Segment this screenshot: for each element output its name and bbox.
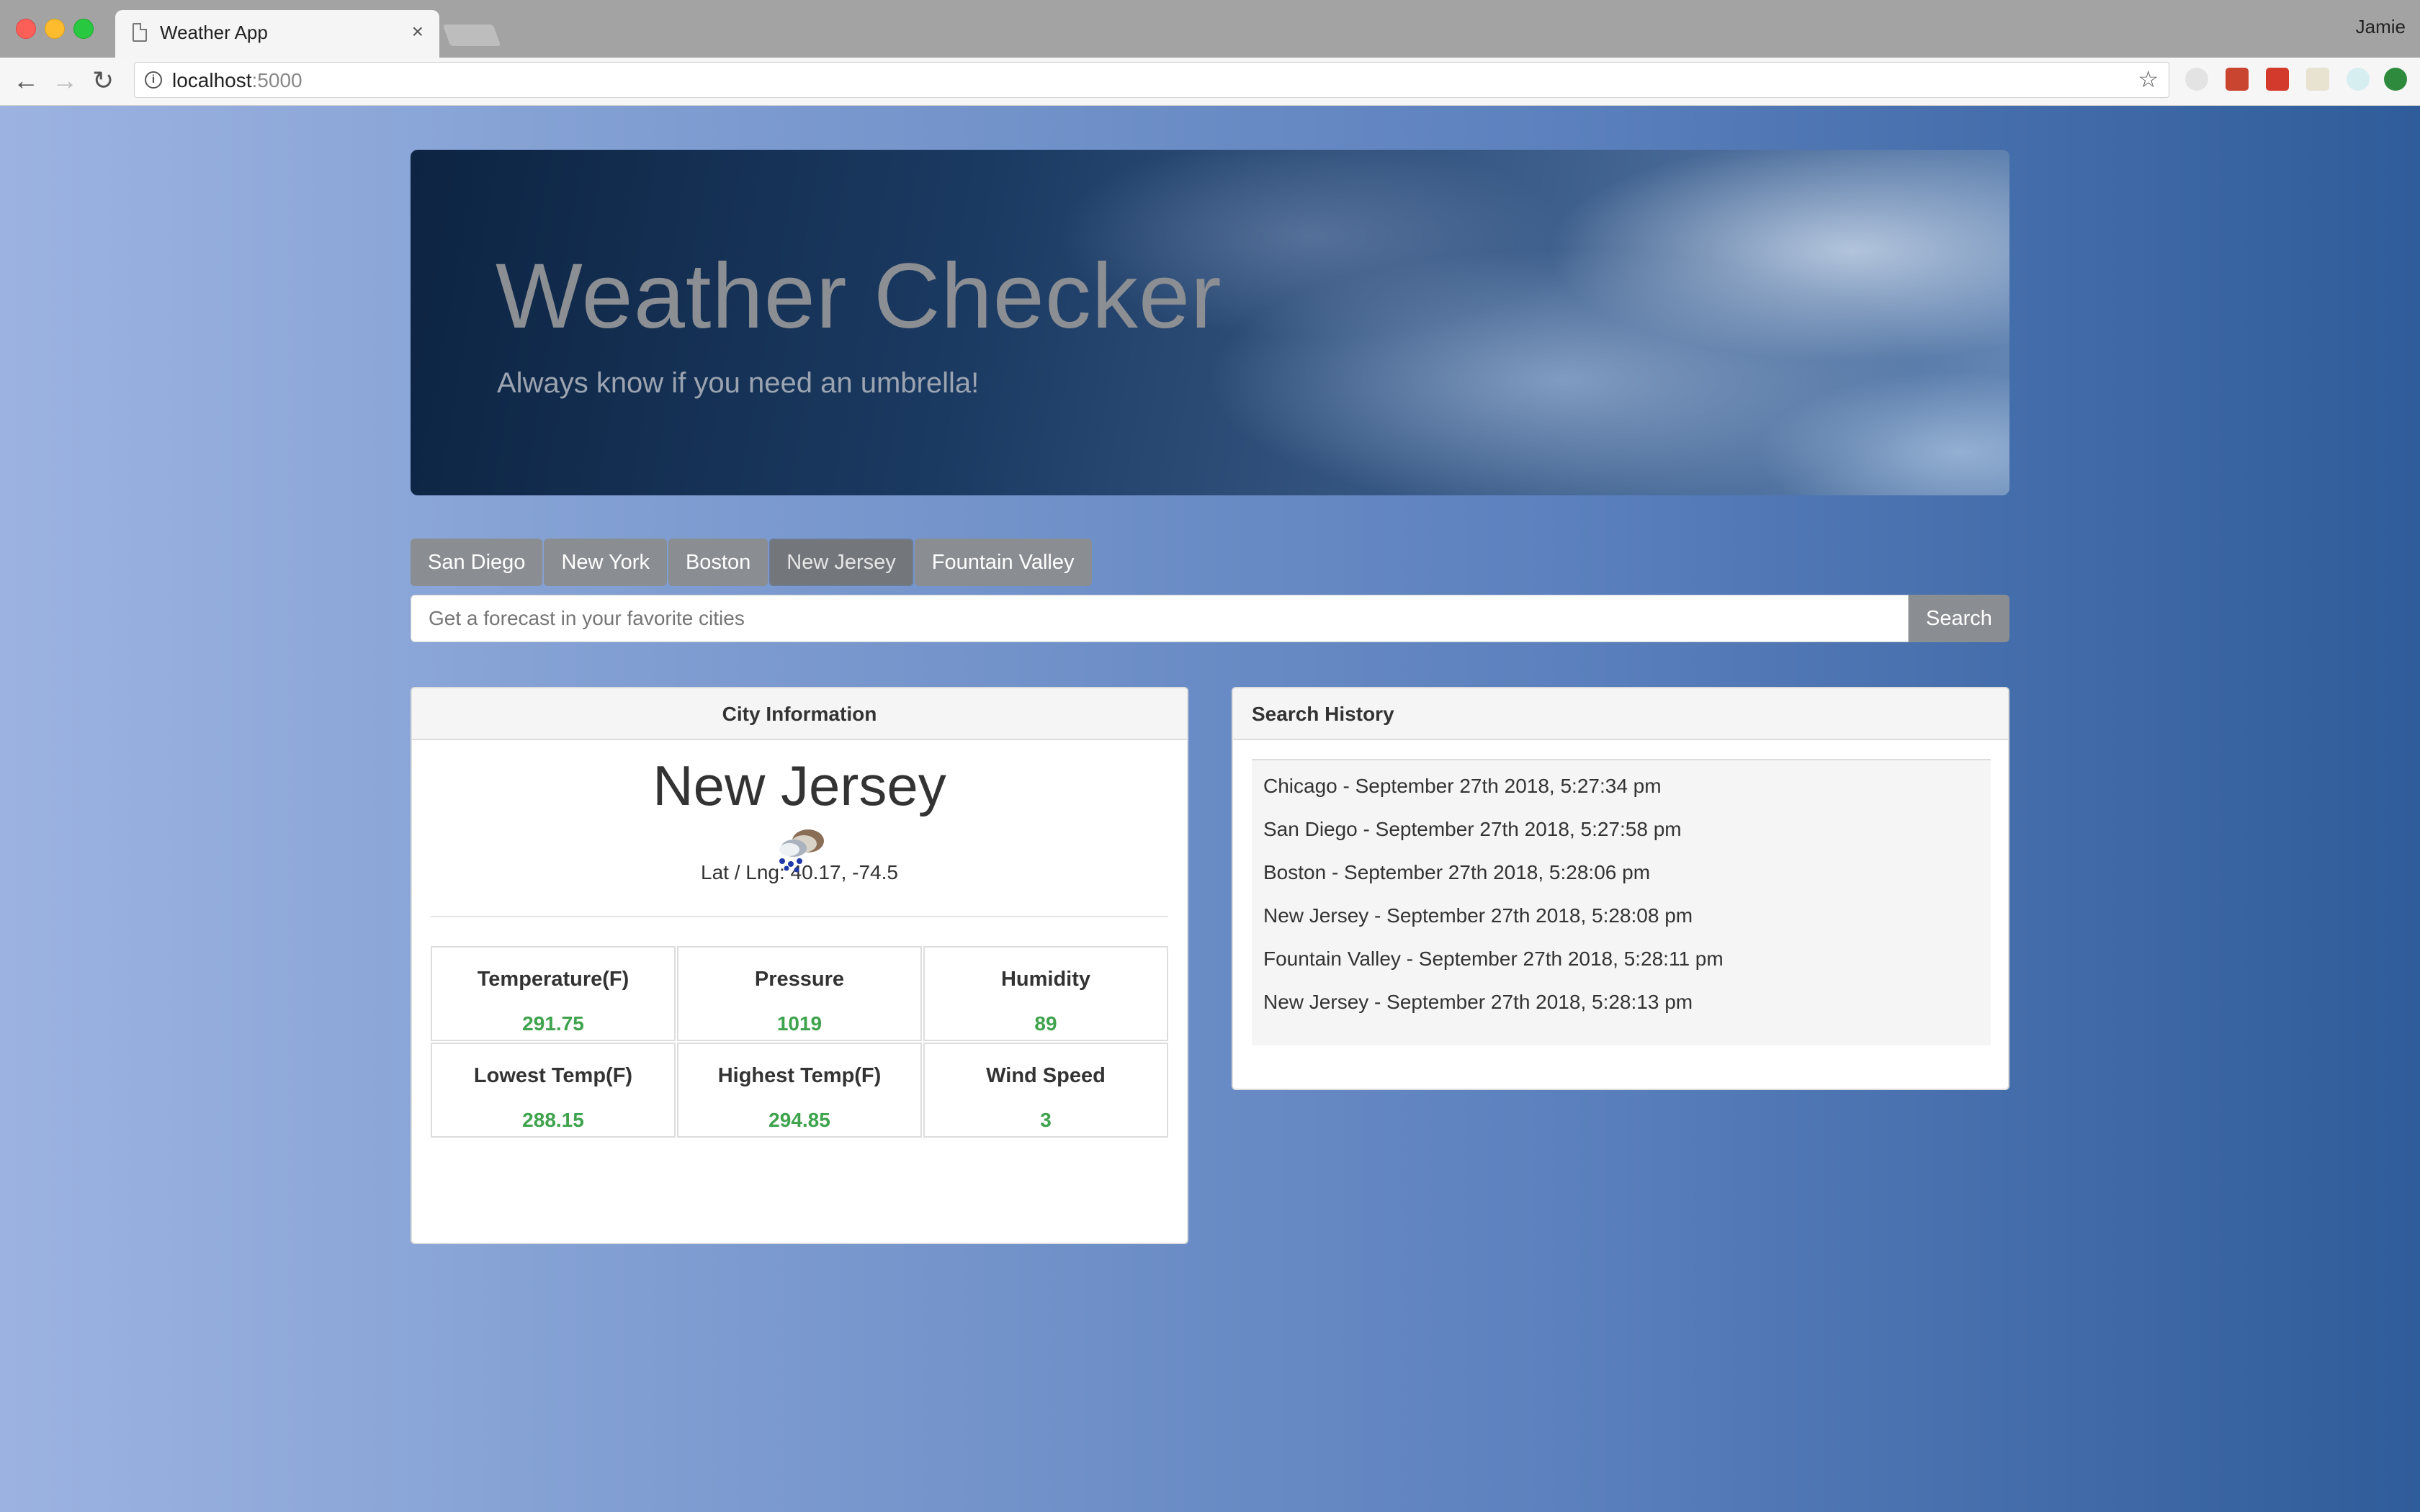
forward-arrow-icon[interactable]: → xyxy=(52,65,78,96)
history-item[interactable]: San Diego - September 27th 2018, 5:27:58… xyxy=(1252,808,1991,851)
stat-value: 1019 xyxy=(776,1012,823,1035)
stat-label: Lowest Temp(F) xyxy=(473,1064,633,1087)
page-subtitle: Always know if you need an umbrella! xyxy=(497,367,980,399)
city-button-new-york[interactable]: New York xyxy=(544,539,667,586)
address-bar[interactable]: i localhost:5000 ☆ xyxy=(134,62,2169,98)
search-input[interactable] xyxy=(411,595,1909,642)
tab-close-icon[interactable]: × xyxy=(412,20,424,43)
city-button-fountain-valley[interactable]: Fountain Valley xyxy=(914,539,1092,586)
stat-temperature: Temperature(F) 291.75 xyxy=(431,946,676,1041)
back-arrow-icon[interactable]: ← xyxy=(13,65,39,96)
info-icon[interactable]: i xyxy=(145,71,162,89)
new-tab-button[interactable] xyxy=(442,24,501,46)
search-history-panel: Search History Chicago - September 27th … xyxy=(1232,687,2009,1090)
search-history-list: Chicago - September 27th 2018, 5:27:34 p… xyxy=(1252,759,1991,1045)
tab-bar: Weather App × Jamie xyxy=(0,0,2420,58)
url-host: localhost xyxy=(172,69,252,91)
city-button-boston[interactable]: Boston xyxy=(668,539,768,586)
bookmark-star-icon[interactable]: ☆ xyxy=(2138,66,2159,93)
minimize-window-button[interactable] xyxy=(45,19,65,39)
extension-clock-icon[interactable] xyxy=(2347,68,2370,91)
city-button-san-diego[interactable]: San Diego xyxy=(411,539,543,586)
stat-label: Pressure xyxy=(754,968,845,991)
rain-cloud-icon xyxy=(779,829,824,873)
city-information-panel: City Information New Jersey Lat / Lng: 4… xyxy=(411,687,1188,1244)
search-button[interactable]: Search xyxy=(1909,595,2009,642)
close-window-button[interactable] xyxy=(16,19,36,39)
browser-toolbar: ← → ↻ i localhost:5000 ☆ xyxy=(0,58,2420,106)
stat-label: Wind Speed xyxy=(986,1064,1106,1087)
stat-value: 89 xyxy=(1034,1012,1057,1035)
stat-lowest-temp: Lowest Temp(F) 288.15 xyxy=(431,1043,676,1138)
city-information-heading: City Information xyxy=(412,688,1187,740)
document-icon xyxy=(133,23,147,42)
profile-name[interactable]: Jamie xyxy=(2356,16,2406,38)
browser-chrome: Weather App × Jamie ← → ↻ i localhost:50… xyxy=(0,0,2420,106)
browser-tab[interactable]: Weather App × xyxy=(115,10,439,58)
stat-value: 294.85 xyxy=(768,1109,830,1131)
city-quick-buttons: San Diego New York Boston New Jersey Fou… xyxy=(411,539,1093,586)
stat-humidity: Humidity 89 xyxy=(923,946,1168,1041)
reload-icon[interactable]: ↻ xyxy=(92,65,114,96)
stat-value: 291.75 xyxy=(522,1012,584,1035)
url-text: localhost:5000 xyxy=(172,69,302,92)
extension-refresh-icon[interactable] xyxy=(2185,68,2208,91)
extension-pencil-icon[interactable] xyxy=(2306,68,2329,91)
history-item[interactable]: Chicago - September 27th 2018, 5:27:34 p… xyxy=(1252,765,1991,808)
weather-stats-grid: Temperature(F) 291.75 Pressure 1019 Humi… xyxy=(431,946,1170,1139)
search-history-heading: Search History xyxy=(1233,688,2008,740)
tab-title: Weather App xyxy=(160,22,268,43)
header-banner: Weather Checker Always know if you need … xyxy=(411,150,2009,495)
divider xyxy=(431,916,1168,917)
page-title: Weather Checker xyxy=(496,245,1222,348)
history-item[interactable]: Boston - September 27th 2018, 5:28:06 pm xyxy=(1252,851,1991,894)
history-item[interactable]: Fountain Valley - September 27th 2018, 5… xyxy=(1252,937,1991,981)
search-row: Search xyxy=(411,595,2009,642)
url-port: :5000 xyxy=(251,69,302,91)
extension-cors-icon[interactable] xyxy=(2266,68,2289,91)
stat-label: Highest Temp(F) xyxy=(717,1064,882,1087)
extension-green-icon[interactable] xyxy=(2384,68,2407,91)
stat-value: 288.15 xyxy=(522,1109,584,1131)
maximize-window-button[interactable] xyxy=(73,19,94,39)
stat-label: Temperature(F) xyxy=(477,968,629,991)
stat-value: 3 xyxy=(1040,1109,1052,1131)
city-button-new-jersey[interactable]: New Jersey xyxy=(769,539,913,586)
stat-pressure: Pressure 1019 xyxy=(677,946,922,1041)
stat-highest-temp: Highest Temp(F) 294.85 xyxy=(677,1043,922,1138)
history-item[interactable]: New Jersey - September 27th 2018, 5:28:1… xyxy=(1252,981,1991,1024)
stat-label: Humidity xyxy=(1000,968,1091,991)
extension-red-icon[interactable] xyxy=(2226,68,2249,91)
stat-wind-speed: Wind Speed 3 xyxy=(923,1043,1168,1138)
city-name: New Jersey xyxy=(653,754,946,817)
history-item[interactable]: New Jersey - September 27th 2018, 5:28:0… xyxy=(1252,894,1991,937)
